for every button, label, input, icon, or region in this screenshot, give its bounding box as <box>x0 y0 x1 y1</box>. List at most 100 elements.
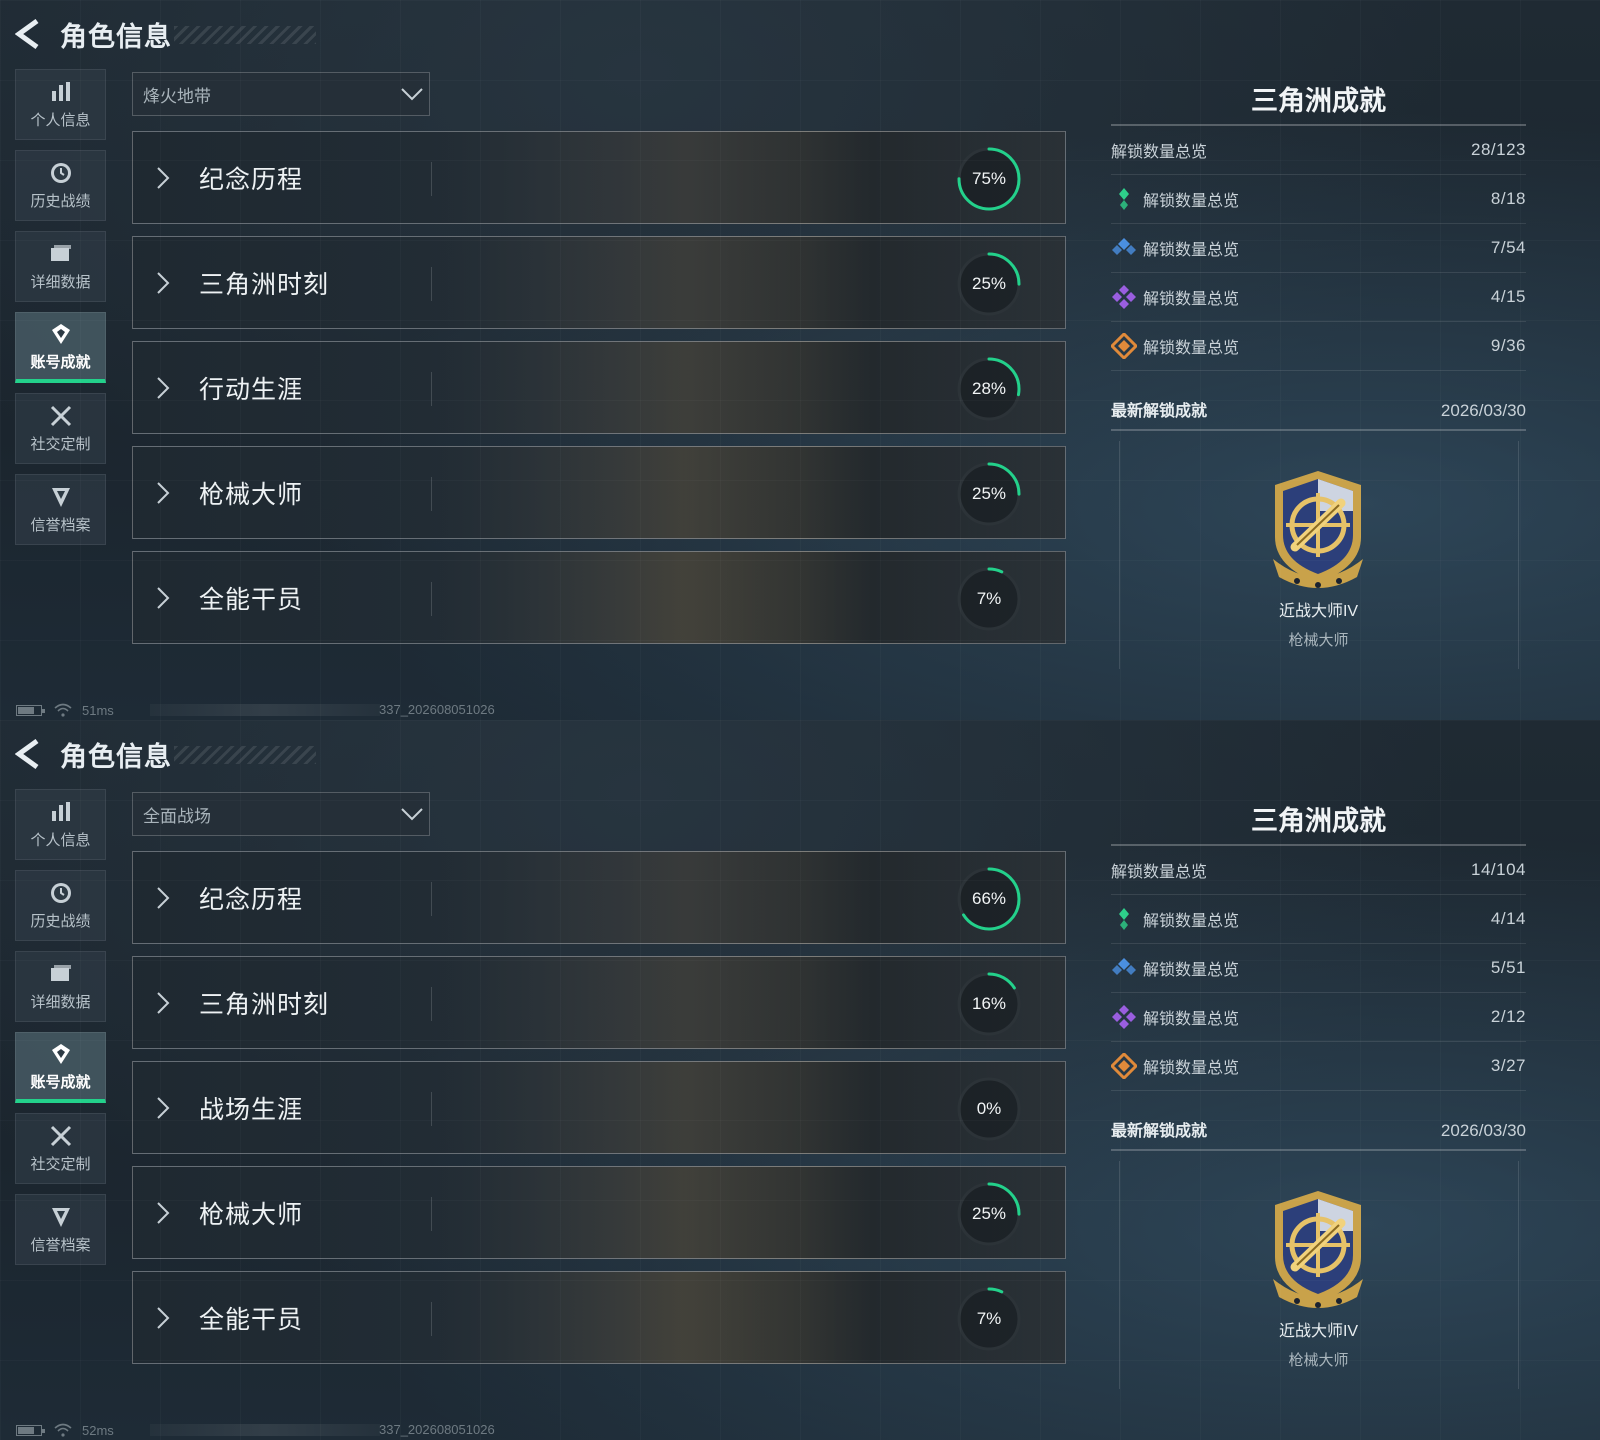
tier-label: 解锁数量总览 <box>1143 1011 1240 1028</box>
row-divider <box>431 162 432 196</box>
category-list: 纪念历程 75% 三角洲时刻 25% 行动生涯 28% 枪械大师 25% 全能干员 7% <box>132 131 1066 656</box>
chevron-right-icon <box>157 1202 170 1224</box>
page-title: 角色信息 <box>60 741 172 772</box>
unlock-summary-value: 28/123 <box>1471 140 1526 159</box>
category-row[interactable]: 枪械大师 25% <box>132 446 1066 539</box>
mode-dropdown[interactable]: 烽火地带 <box>132 72 430 116</box>
chevron-right-icon <box>157 1307 170 1329</box>
row-divider <box>431 582 432 616</box>
mode-dropdown-value: 烽火地带 <box>143 86 211 106</box>
build-id: 337_202608051026 <box>379 702 495 717</box>
progress-ring: 16% <box>956 971 1022 1037</box>
tier-row: 解锁数量总览 3/27 <box>1111 1042 1526 1091</box>
nav-label: 信誉档案 <box>30 517 91 534</box>
wifi-icon <box>54 1423 72 1437</box>
shield-icon <box>48 1204 74 1230</box>
category-label: 三角洲时刻 <box>199 991 330 1019</box>
back-arrow-icon[interactable] <box>14 738 42 770</box>
latest-unlock-date: 2026/03/30 <box>1440 1121 1526 1140</box>
category-list: 纪念历程 66% 三角洲时刻 16% 战场生涯 0% 枪械大师 25% 全能干员 7% <box>132 851 1066 1376</box>
folder-icon <box>48 961 74 987</box>
nav-account-achievements[interactable]: 账号成就 <box>15 312 106 383</box>
row-divider <box>431 372 432 406</box>
nav-history[interactable]: 历史战绩 <box>15 150 106 221</box>
tier-value: 7/54 <box>1490 238 1526 257</box>
chevron-right-icon <box>157 377 170 399</box>
tier-value: 5/51 <box>1490 958 1526 977</box>
category-row[interactable]: 战场生涯 0% <box>132 1061 1066 1154</box>
progress-percent: 7% <box>976 1309 1002 1328</box>
category-row[interactable]: 全能干员 7% <box>132 551 1066 644</box>
category-row[interactable]: 三角洲时刻 16% <box>132 956 1066 1049</box>
badge-category: 枪械大师 <box>1288 632 1349 649</box>
nav-detailed-data[interactable]: 详细数据 <box>15 951 106 1022</box>
nav-label: 社交定制 <box>30 436 91 453</box>
progress-ring: 28% <box>956 356 1022 422</box>
header-hatch-decoration <box>174 26 316 44</box>
tier-row: 解锁数量总览 5/51 <box>1111 944 1526 993</box>
nav-personal-info[interactable]: 个人信息 <box>15 789 106 860</box>
ping-value: 52ms <box>82 1422 114 1438</box>
category-label: 战场生涯 <box>199 1096 304 1124</box>
latest-unlock-date: 2026/03/30 <box>1440 401 1526 420</box>
latest-badge[interactable]: 近战大师IV 枪械大师 <box>1111 1151 1526 1401</box>
tier-value: 4/15 <box>1490 287 1526 306</box>
nav-social-custom[interactable]: 社交定制 <box>15 1113 106 1184</box>
achievement-title: 三角洲成就 <box>1111 800 1526 846</box>
progress-percent: 75% <box>971 169 1007 188</box>
melee-master-badge-icon <box>1257 1187 1379 1313</box>
history-clock-icon <box>48 880 74 906</box>
nav-personal-info[interactable]: 个人信息 <box>15 69 106 140</box>
badge-name: 近战大师IV <box>1278 1323 1359 1340</box>
category-row[interactable]: 纪念历程 75% <box>132 131 1066 224</box>
achievement-title: 三角洲成就 <box>1111 80 1526 126</box>
history-clock-icon <box>48 160 74 186</box>
latest-unlock-row: 最新解锁成就 2026/03/30 <box>1111 371 1526 431</box>
category-row[interactable]: 枪械大师 25% <box>132 1166 1066 1259</box>
tier-label: 解锁数量总览 <box>1143 340 1240 357</box>
category-label: 纪念历程 <box>199 886 304 914</box>
progress-ring: 25% <box>956 461 1022 527</box>
achievement-panel: 三角洲成就 解锁数量总览 28/123 解锁数量总览 8/18 解锁数量总览 7/54… <box>1111 80 1526 681</box>
tier-value: 8/18 <box>1490 189 1526 208</box>
nav-credit-record[interactable]: 信誉档案 <box>15 474 106 545</box>
category-label: 纪念历程 <box>199 166 304 194</box>
nav-label: 历史战绩 <box>30 193 91 210</box>
nav-label: 账号成就 <box>30 1073 91 1091</box>
nav-history[interactable]: 历史战绩 <box>15 870 106 941</box>
nav-detailed-data[interactable]: 详细数据 <box>15 231 106 302</box>
tier-row: 解锁数量总览 2/12 <box>1111 993 1526 1042</box>
tier-value: 4/14 <box>1490 909 1526 928</box>
category-row[interactable]: 全能干员 7% <box>132 1271 1066 1364</box>
row-divider <box>431 267 432 301</box>
green-gem-icon <box>1111 186 1137 212</box>
row-divider <box>431 1302 432 1336</box>
mode-dropdown[interactable]: 全面战场 <box>132 792 430 836</box>
achievement-panel: 三角洲成就 解锁数量总览 14/104 解锁数量总览 4/14 解锁数量总览 5/51… <box>1111 800 1526 1401</box>
tier-label: 解锁数量总览 <box>1143 242 1240 259</box>
nav-account-achievements[interactable]: 账号成就 <box>15 1032 106 1103</box>
progress-ring: 0% <box>956 1076 1022 1142</box>
chevron-right-icon <box>157 1097 170 1119</box>
nav-social-custom[interactable]: 社交定制 <box>15 393 106 464</box>
purple-gem-icon <box>1111 1004 1137 1030</box>
role-info-screen-fire-zone: 角色信息 个人信息 历史战绩 详细数据 账号成就 社交定制 信誉档案 烽火地带 <box>0 0 1600 720</box>
category-label: 行动生涯 <box>199 376 304 404</box>
nav-credit-record[interactable]: 信誉档案 <box>15 1194 106 1265</box>
wifi-icon <box>54 703 72 717</box>
latest-badge[interactable]: 近战大师IV 枪械大师 <box>1111 431 1526 681</box>
back-arrow-icon[interactable] <box>14 18 42 50</box>
category-label: 全能干员 <box>199 586 304 614</box>
category-label: 三角洲时刻 <box>199 271 330 299</box>
chevron-right-icon <box>157 482 170 504</box>
category-row[interactable]: 行动生涯 28% <box>132 341 1066 434</box>
unlock-summary-row: 解锁数量总览 28/123 <box>1111 126 1526 175</box>
category-row[interactable]: 纪念历程 66% <box>132 851 1066 944</box>
tier-value: 2/12 <box>1490 1007 1526 1026</box>
category-row[interactable]: 三角洲时刻 25% <box>132 236 1066 329</box>
tier-label-wrap: 解锁数量总览 <box>1111 186 1491 212</box>
achievement-emblem-icon <box>48 321 74 347</box>
tier-value: 3/27 <box>1490 1056 1526 1075</box>
shield-icon <box>48 484 74 510</box>
row-divider <box>431 477 432 511</box>
